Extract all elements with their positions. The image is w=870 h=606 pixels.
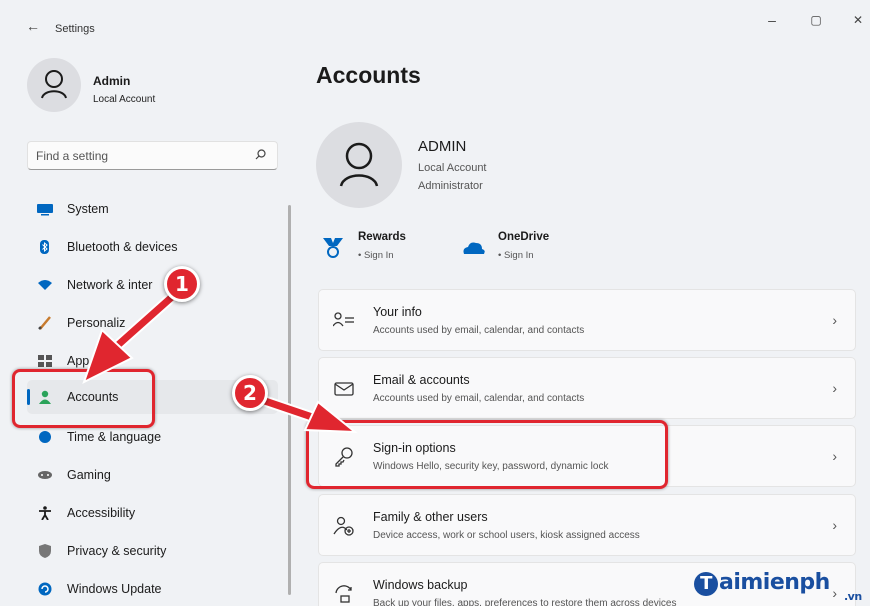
gamepad-icon xyxy=(38,471,52,479)
onedrive-icon xyxy=(463,242,485,254)
apps-icon xyxy=(38,355,52,367)
card-description: Back up your files, apps, preferences to… xyxy=(373,598,677,606)
watermark-suffix: .vn xyxy=(844,590,862,603)
sidebar-item-label: System xyxy=(67,202,109,216)
sidebar-item-bluetooth[interactable]: Bluetooth & devices xyxy=(27,230,278,264)
card-description: Accounts used by email, calendar, and co… xyxy=(373,325,585,336)
your-info-icon xyxy=(333,312,354,327)
account-name: ADMIN xyxy=(418,138,467,155)
search-icon[interactable] xyxy=(254,148,267,161)
sidebar-item-label: Personaliz xyxy=(67,316,126,330)
card-title: Your info xyxy=(373,305,422,319)
sidebar-item-privacy[interactable]: Privacy & security xyxy=(27,534,278,568)
user-avatar[interactable] xyxy=(27,58,81,112)
card-description: Accounts used by email, calendar, and co… xyxy=(373,393,585,404)
sidebar-item-label: Gaming xyxy=(67,468,111,482)
globe-icon xyxy=(39,431,51,443)
step-2-badge: 2 xyxy=(232,375,268,411)
sidebar-item-label: Accessibility xyxy=(67,506,136,520)
highlight-sign-in-options xyxy=(306,420,668,489)
search-box[interactable]: Find a setting xyxy=(27,141,278,170)
watermark-logo: Taimienph .vn xyxy=(694,570,862,603)
chevron-right-icon: › xyxy=(832,448,837,464)
close-icon[interactable]: ✕ xyxy=(848,13,868,27)
user-silhouette-icon xyxy=(339,142,379,187)
page-title: Accounts xyxy=(316,62,421,88)
user-account-type: Local Account xyxy=(93,94,156,105)
card-email-accounts[interactable]: Email & accounts Accounts used by email,… xyxy=(318,357,856,419)
user-name: Admin xyxy=(93,74,131,88)
account-type: Local Account xyxy=(418,162,487,174)
highlight-accounts xyxy=(12,369,155,428)
chevron-right-icon: › xyxy=(832,312,837,328)
update-icon xyxy=(38,582,52,596)
mail-icon xyxy=(334,382,354,396)
wifi-icon xyxy=(38,280,52,290)
chevron-right-icon: › xyxy=(832,380,837,396)
search-input[interactable]: Find a setting xyxy=(36,149,108,163)
sidebar-item-label: Time & language xyxy=(67,430,162,444)
settings-window: ← Settings – ▢ ✕ Admin Local Account Fin… xyxy=(0,0,870,606)
chevron-right-icon: › xyxy=(832,585,837,601)
window-title: Settings xyxy=(55,23,95,35)
card-family-users[interactable]: Family & other users Device access, work… xyxy=(318,494,856,556)
rewards-title: Rewards xyxy=(358,231,406,243)
card-title: Family & other users xyxy=(373,510,488,524)
brush-icon xyxy=(38,316,51,330)
accessibility-icon xyxy=(39,506,51,520)
back-arrow-icon[interactable]: ← xyxy=(26,18,40,34)
onedrive-status: • Sign In xyxy=(498,250,534,261)
sidebar-scrollbar[interactable] xyxy=(288,205,291,595)
backup-icon xyxy=(335,585,352,603)
minimize-icon[interactable]: – xyxy=(762,12,782,28)
sidebar-item-label: Bluetooth & devices xyxy=(67,240,178,254)
sidebar-item-system[interactable]: System xyxy=(27,192,278,226)
step-1-badge: 1 xyxy=(164,266,200,302)
sidebar-item-label: Network & inter xyxy=(67,278,153,292)
rewards-status: • Sign In xyxy=(358,250,394,261)
card-title: Windows backup xyxy=(373,578,468,592)
watermark-text: aimienph xyxy=(719,570,830,595)
user-silhouette-icon xyxy=(41,70,67,99)
account-avatar[interactable] xyxy=(316,122,402,208)
sidebar-item-label: Privacy & security xyxy=(67,544,167,558)
sidebar-item-personalization[interactable]: Personaliz xyxy=(27,306,278,340)
sidebar-item-label: Windows Update xyxy=(67,582,162,596)
sidebar-item-gaming[interactable]: Gaming xyxy=(27,458,278,492)
sidebar-item-label: App xyxy=(67,354,90,368)
sidebar-item-windows-update[interactable]: Windows Update xyxy=(27,572,278,606)
maximize-icon[interactable]: ▢ xyxy=(806,13,826,27)
family-icon xyxy=(333,516,354,536)
card-title: Email & accounts xyxy=(373,373,470,387)
bluetooth-icon xyxy=(40,240,49,254)
sidebar-item-accessibility[interactable]: Accessibility xyxy=(27,496,278,530)
chevron-right-icon: › xyxy=(832,517,837,533)
account-role: Administrator xyxy=(418,180,483,192)
title-bar: ← Settings – ▢ ✕ xyxy=(0,0,870,44)
shield-icon xyxy=(39,544,51,558)
watermark-letter: T xyxy=(694,572,718,596)
card-your-info[interactable]: Your info Accounts used by email, calend… xyxy=(318,289,856,351)
monitor-icon xyxy=(37,204,53,216)
card-description: Device access, work or school users, kio… xyxy=(373,530,640,541)
rewards-icon xyxy=(323,238,343,258)
sidebar-item-network[interactable]: Network & inter xyxy=(27,268,278,302)
onedrive-title: OneDrive xyxy=(498,231,550,243)
